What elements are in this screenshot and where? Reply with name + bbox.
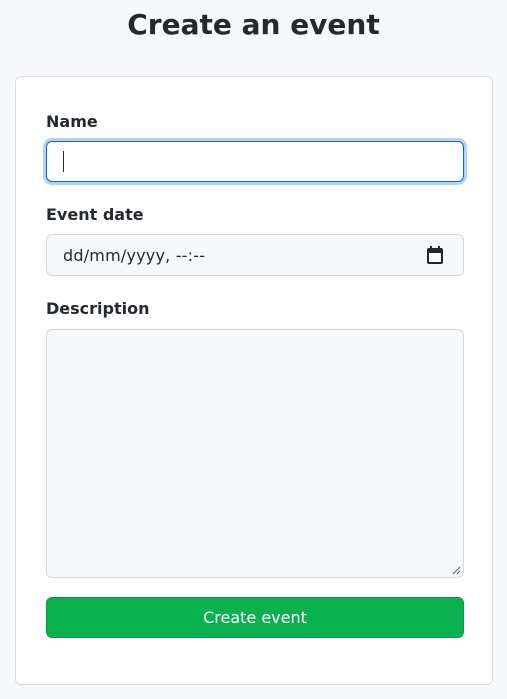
calendar-icon[interactable] <box>426 246 444 265</box>
event-date-input[interactable]: dd/mm/yyyy, --:-- <box>46 234 464 276</box>
resize-handle-icon[interactable] <box>452 566 461 575</box>
text-caret <box>63 151 64 172</box>
description-textarea[interactable] <box>46 329 464 578</box>
name-label: Name <box>46 112 98 131</box>
create-event-button[interactable]: Create event <box>46 597 464 638</box>
event-date-label: Event date <box>46 205 144 224</box>
event-date-placeholder: dd/mm/yyyy, --:-- <box>63 246 206 265</box>
description-label: Description <box>46 299 150 318</box>
page-title: Create an event <box>127 8 380 41</box>
name-input[interactable] <box>46 141 464 182</box>
event-form-card: Name Event date dd/mm/yyyy, --:-- Descri… <box>15 76 493 685</box>
